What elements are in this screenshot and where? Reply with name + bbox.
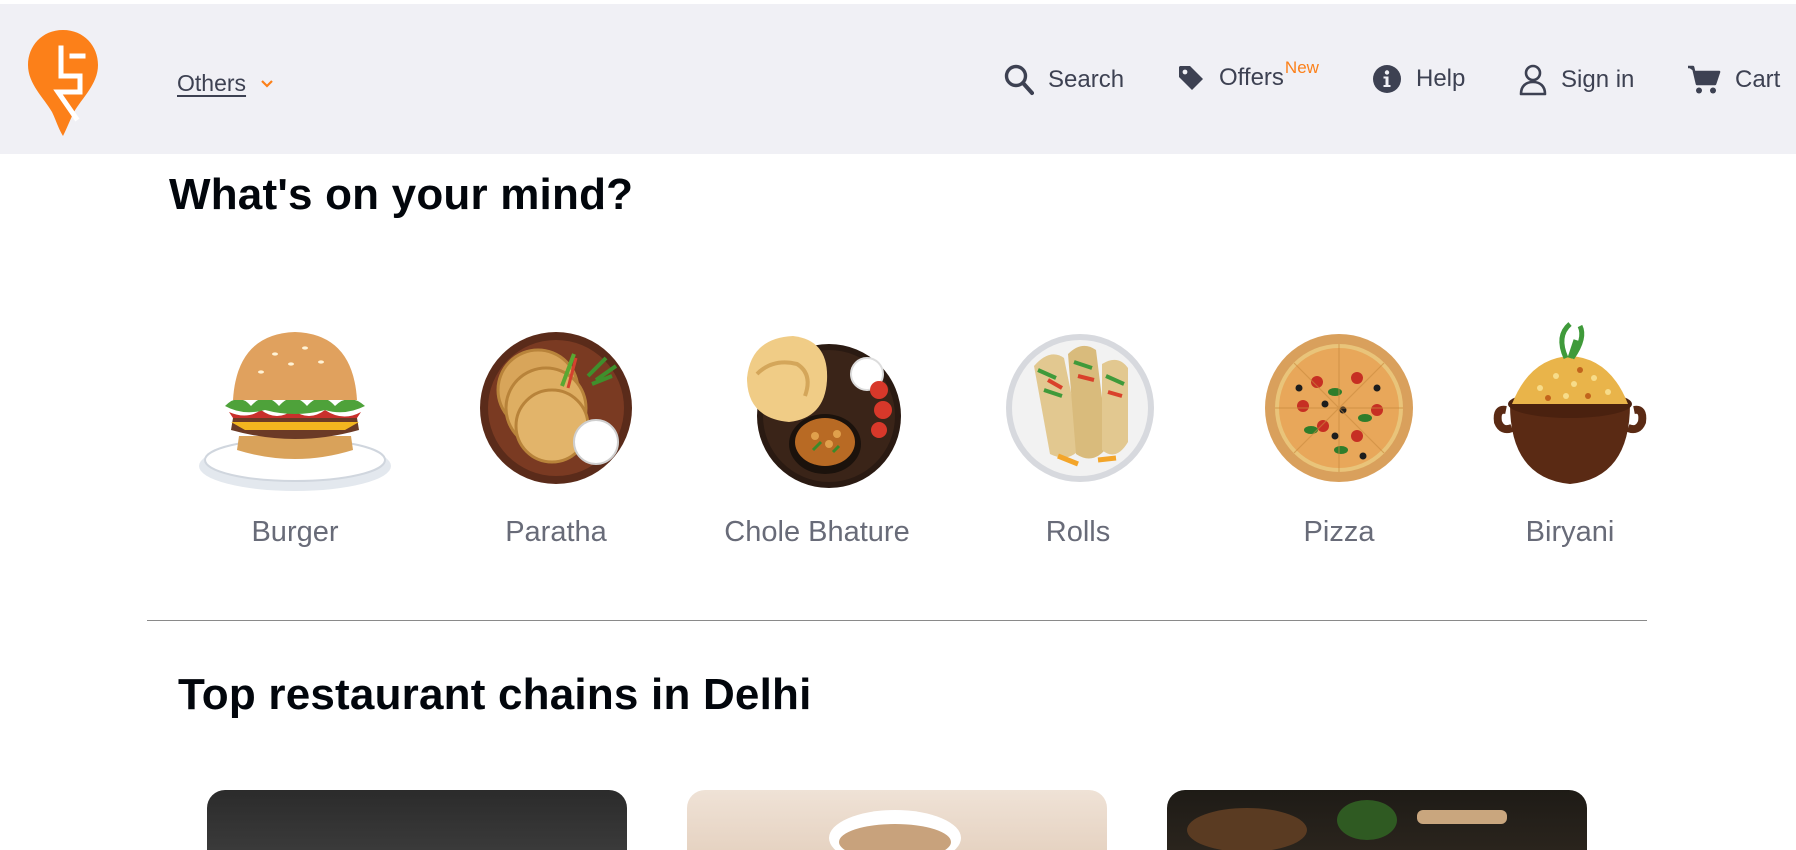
- search-icon: [1004, 64, 1034, 95]
- top-header: Others Search Offers New Help Sign in Ca…: [0, 4, 1796, 154]
- food-label: Burger: [251, 516, 339, 548]
- chevron-down-icon: [261, 79, 273, 88]
- new-badge: New: [1284, 58, 1319, 77]
- food-item-paratha[interactable]: Paratha: [456, 318, 656, 549]
- tag-icon: [1179, 66, 1203, 90]
- cart-icon: [1688, 65, 1721, 94]
- coffee-cup-image: [829, 810, 961, 850]
- swiggy-logo-icon[interactable]: [26, 28, 100, 138]
- food-item-biryani[interactable]: Biryani: [1470, 318, 1670, 549]
- food-photo-image: [1187, 800, 1507, 850]
- food-item-pizza[interactable]: Pizza: [1239, 318, 1439, 549]
- nav-cart[interactable]: Cart: [1687, 64, 1780, 96]
- nav-cart-label: Cart: [1735, 66, 1781, 93]
- nav-sign-in-label: Sign in: [1561, 66, 1635, 93]
- location-label: Others: [177, 70, 247, 96]
- food-label: Chole Bhature: [724, 516, 910, 548]
- pizza-image: [1265, 334, 1413, 482]
- section-divider: [147, 620, 1647, 621]
- nav-offers[interactable]: Offers New: [1177, 58, 1319, 92]
- burger-image: [199, 332, 391, 491]
- food-label: Paratha: [505, 516, 607, 548]
- nav-search-label: Search: [1048, 66, 1125, 93]
- food-item-burger[interactable]: Burger: [195, 318, 395, 549]
- food-item-chole-bhature[interactable]: Chole Bhature: [717, 318, 917, 549]
- nav-help-label: Help: [1416, 65, 1466, 92]
- restaurant-card[interactable]: [1167, 790, 1587, 850]
- mind-section-title: What's on your mind?: [169, 170, 634, 219]
- info-icon: [1373, 65, 1401, 93]
- nav-search[interactable]: Search: [1004, 64, 1124, 96]
- restaurant-card[interactable]: [207, 790, 627, 850]
- food-label: Biryani: [1525, 516, 1615, 548]
- biryani-image: [1493, 322, 1647, 484]
- chains-section-title: Top restaurant chains in Delhi: [178, 670, 812, 719]
- location-selector[interactable]: Others: [177, 70, 274, 97]
- nav-sign-in[interactable]: Sign in: [1519, 64, 1634, 96]
- food-label: Pizza: [1303, 516, 1375, 548]
- paratha-image: [480, 332, 632, 484]
- user-icon: [1519, 64, 1547, 96]
- nav-offers-label: Offers: [1219, 64, 1284, 91]
- rolls-image: [1006, 334, 1154, 482]
- chole-bhature-image: [747, 336, 901, 488]
- food-label: Rolls: [1045, 516, 1111, 548]
- nav-help[interactable]: Help: [1372, 64, 1465, 94]
- restaurant-card[interactable]: [687, 790, 1107, 850]
- food-item-rolls[interactable]: Rolls: [978, 318, 1178, 549]
